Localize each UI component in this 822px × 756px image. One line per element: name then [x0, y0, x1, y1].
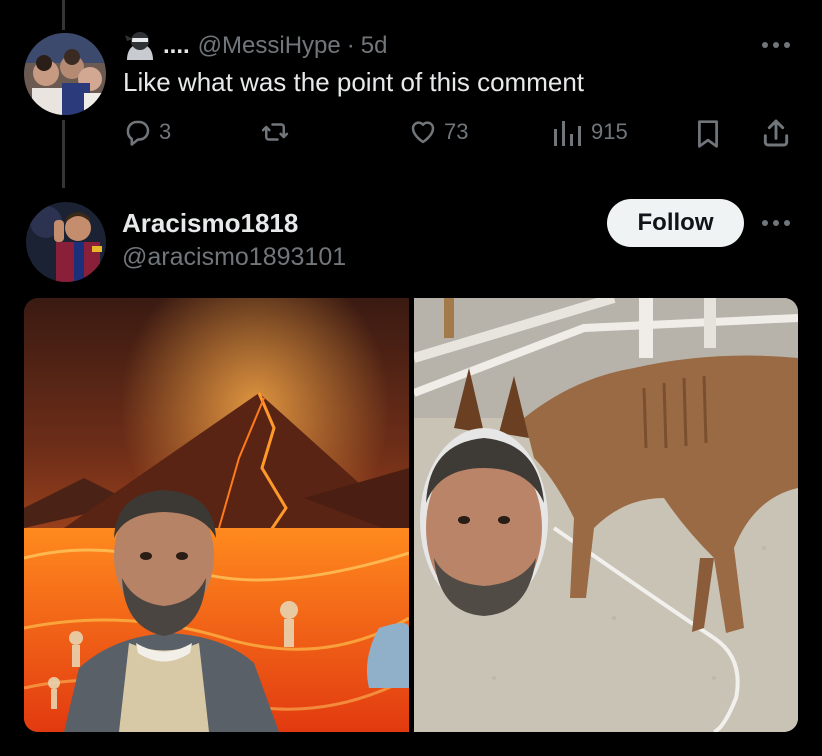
bookmark-icon[interactable]	[693, 118, 723, 150]
reply-action[interactable]: 3	[123, 117, 171, 147]
reply-text: Like what was the point of this comment	[123, 67, 585, 97]
heart-icon	[408, 117, 438, 147]
analytics-bars-icon	[551, 117, 585, 147]
like-count: 73	[444, 119, 469, 144]
reply-author-name[interactable]: ....	[163, 32, 190, 60]
follow-button[interactable]: Follow	[607, 199, 744, 247]
thread-line-bottom	[62, 120, 65, 188]
views-count: 915	[591, 119, 628, 144]
ninja-emoji-icon	[123, 31, 157, 61]
post-handle[interactable]: @aracismo1893101	[122, 243, 346, 272]
post-image-right[interactable]	[414, 298, 798, 732]
like-action[interactable]: 73	[408, 117, 468, 147]
more-horizontal-icon[interactable]	[761, 218, 791, 228]
reply-header: .... @MessiHype · 5d	[123, 28, 387, 64]
post-avatar[interactable]	[26, 202, 106, 282]
reply-avatar[interactable]	[24, 33, 106, 115]
reply-author-handle[interactable]: @MessiHype	[198, 32, 341, 60]
repost-action[interactable]	[258, 117, 292, 147]
repost-icon	[258, 117, 292, 147]
reply-bubble-icon	[123, 117, 153, 147]
reply-count: 3	[159, 119, 172, 144]
post-display-name[interactable]: Aracismo1818	[122, 208, 298, 239]
reply-time[interactable]: 5d	[361, 32, 388, 60]
reply-separator: ·	[346, 32, 355, 59]
views-action[interactable]: 915	[551, 117, 628, 147]
share-upload-icon[interactable]	[760, 117, 792, 149]
thread-line-top	[62, 0, 65, 30]
post-image-left[interactable]	[24, 298, 409, 732]
more-horizontal-icon[interactable]	[761, 40, 791, 50]
